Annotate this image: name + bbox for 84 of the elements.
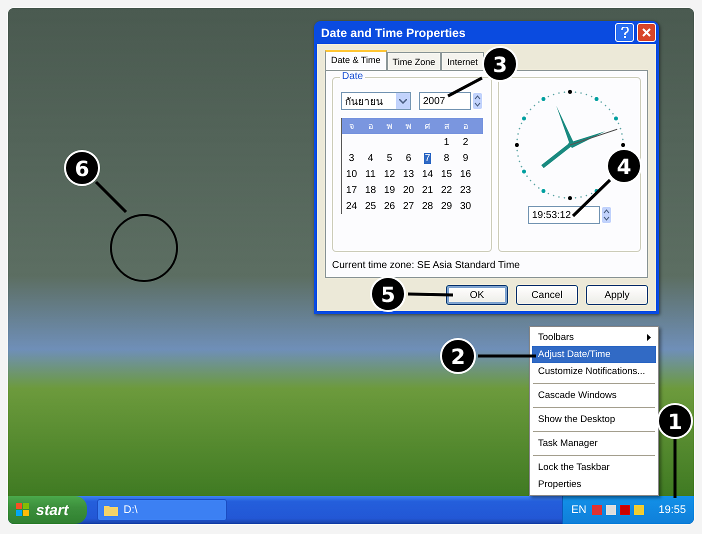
caret-icon [399,98,407,104]
calendar-day[interactable]: 4 [366,152,374,164]
spinner-icon[interactable] [602,207,611,223]
calendar-day[interactable]: 20 [402,184,416,196]
leader-line [447,76,483,98]
calendar-day[interactable]: 8 [442,152,450,164]
folder-icon [104,504,118,516]
weekday-label: พ [404,120,412,133]
calendar-day[interactable]: 29 [440,200,454,212]
close-icon [642,28,651,37]
weekday-label: อ [367,120,374,133]
callout-badge: 1 [657,403,693,439]
calendar-day[interactable]: 28 [420,200,434,212]
submenu-arrow-icon [647,334,651,341]
calendar-day[interactable]: 1 [442,136,450,148]
weekday-label: ศ [424,120,432,133]
tab[interactable]: Internet [441,52,484,70]
calendar-day[interactable]: 12 [382,168,396,180]
menu-item[interactable]: Customize Notifications... [532,363,656,380]
start-button[interactable]: start [8,496,87,524]
menu-item[interactable]: Lock the Taskbar [532,459,656,476]
calendar-day[interactable]: 26 [382,200,396,212]
callout-badge: 6 [64,150,100,186]
calendar-day[interactable]: 23 [458,184,472,196]
calendar-day[interactable]: 3 [348,152,356,164]
month-dropdown[interactable]: กันยายน [341,92,411,110]
language-indicator[interactable]: EN [571,504,586,516]
leader-line [572,178,612,218]
weekday-label: พ [386,120,394,133]
calendar-day[interactable]: 2 [462,136,470,148]
close-button[interactable] [637,23,656,42]
calendar-day[interactable]: 16 [458,168,472,180]
taskbar-button[interactable]: D:\ [96,499,227,521]
timezone-text: Current time zone: SE Asia Standard Time [332,260,521,271]
menu-item[interactable]: Show the Desktop [532,411,656,428]
group-title: Date [340,71,366,82]
leader-line [94,180,128,214]
calendar-day[interactable]: 13 [402,168,416,180]
calendar-day[interactable]: 14 [420,168,434,180]
windows-logo-icon [16,503,30,517]
tab[interactable]: Time Zone [386,52,442,70]
calendar-day[interactable]: 6 [404,152,412,164]
leader-line [478,354,536,358]
leader-line [674,439,676,498]
calendar-day[interactable]: 17 [344,184,358,196]
calendar-day[interactable]: 30 [458,200,472,212]
calendar-day[interactable]: 10 [344,168,358,180]
tab[interactable]: Date & Time [325,50,387,70]
callout-badge: 5 [370,276,406,312]
menu-item[interactable]: Properties [532,476,656,493]
time-field[interactable]: 19:53:12 [528,206,600,224]
calendar-day[interactable]: 27 [402,200,416,212]
year-field[interactable]: 2007 [419,92,471,110]
menu-item[interactable]: Toolbars [532,329,656,346]
calendar-day[interactable]: 15 [440,168,454,180]
menu-item[interactable]: Cascade Windows [532,387,656,404]
callout-badge: 3 [482,46,518,82]
calendar-day[interactable]: 19 [382,184,396,196]
weekday-label: ส [443,120,450,133]
spinner-icon[interactable] [473,93,482,109]
menu-item[interactable]: Task Manager [532,435,656,452]
menu-item[interactable]: Adjust Date/Time [532,346,656,363]
calendar-day[interactable]: 24 [344,200,358,212]
clock-text: 19:55 [658,504,686,516]
callout-badge: 2 [440,338,476,374]
highlight-ring [110,214,178,282]
callout-badge: 4 [606,148,642,184]
calendar-day[interactable]: 9 [462,152,470,164]
dialog-button[interactable]: Apply [586,285,648,305]
calendar-day[interactable]: 25 [364,200,378,212]
calendar-day[interactable]: 11 [364,168,377,180]
weekday-label: จ [348,120,355,133]
dialog-button[interactable]: OK [446,285,508,305]
help-button[interactable] [615,23,634,42]
window-title: Date and Time Properties [321,26,466,40]
dialog-button[interactable]: Cancel [516,285,578,305]
calendar-day[interactable]: 22 [440,184,454,196]
calendar-day[interactable]: 5 [386,152,394,164]
calendar-day[interactable]: 18 [364,184,378,196]
leader-line [408,292,454,296]
help-icon [620,27,628,38]
weekday-label: อ [462,120,469,133]
calendar-day[interactable]: 7 [424,152,432,164]
calendar-day[interactable]: 21 [420,184,434,196]
